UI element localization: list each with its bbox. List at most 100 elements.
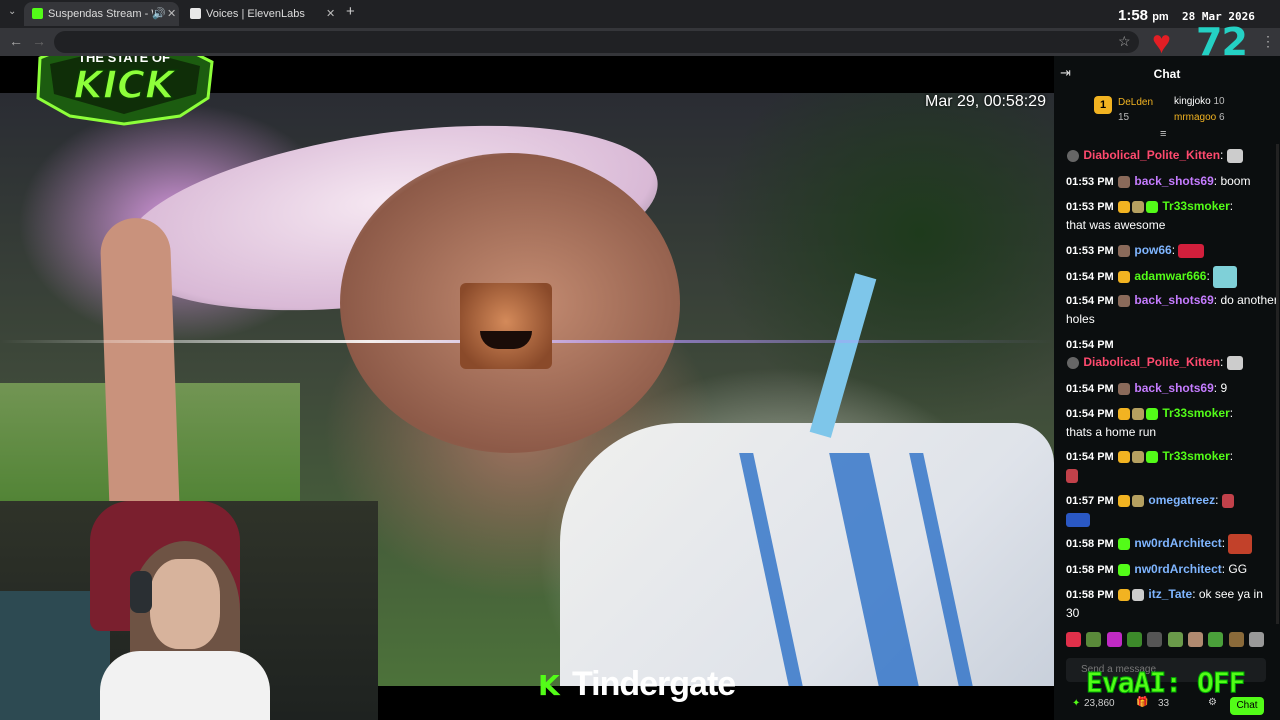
chat-username[interactable]: Tr33smoker	[1162, 449, 1229, 463]
menu-kebab-icon[interactable]: ⋮	[1261, 33, 1275, 50]
chat-text: that was awesome	[1066, 218, 1166, 232]
emote-button[interactable]	[1127, 632, 1143, 647]
third-gifter-name: mrmagoo	[1174, 112, 1217, 123]
emote-button[interactable]	[1188, 632, 1204, 647]
chat-message: 01:58 PM nw0rdArchitect:	[1066, 534, 1278, 554]
chat-username[interactable]: itz_Tate	[1148, 587, 1192, 601]
user-badge-icon	[1118, 175, 1131, 188]
top-gifter-count: 15	[1118, 112, 1130, 123]
streamer-webcam	[0, 501, 378, 720]
tab-elevenlabs[interactable]: Voices | ElevenLabs ✕	[182, 2, 342, 26]
emote-button[interactable]	[1167, 632, 1183, 647]
url-field[interactable]	[54, 31, 1139, 53]
user-badge-icon	[1132, 450, 1145, 463]
chat-emote-icon	[1228, 534, 1253, 554]
emote-button[interactable]	[1066, 632, 1081, 647]
chat-time: 01:53 PM	[1066, 201, 1114, 213]
forward-arrow-icon[interactable]: →	[32, 33, 46, 49]
state-of-kick-logo: THE STATE OF KICK	[36, 56, 214, 126]
gift-badge-icon	[1146, 407, 1159, 420]
chat-username[interactable]: Diabolical_Polite_Kitten	[1083, 148, 1220, 162]
close-tab-icon[interactable]: ✕	[167, 2, 176, 26]
user-badge-icon	[1118, 563, 1131, 576]
laughing-emote-overlay	[460, 283, 552, 369]
chat-username[interactable]: nw0rdArchitect	[1134, 536, 1221, 550]
gift-badge-icon	[1146, 200, 1159, 213]
streamer-face	[150, 559, 220, 649]
second-gifter[interactable]: kingjoko 10	[1174, 96, 1225, 107]
chat-username[interactable]: Diabolical_Polite_Kitten	[1083, 355, 1220, 369]
chat-username[interactable]: omegatreez	[1148, 493, 1215, 507]
stream-player[interactable]: Mar 29, 00:58:29 THE STATE OF KICK	[0, 56, 1054, 720]
clock: 1:58 pm	[1118, 7, 1169, 24]
elevenlabs-favicon-icon	[190, 8, 201, 19]
chat-message: 01:54 PM back_shots69: do another holes	[1066, 293, 1278, 326]
chat-message: 01:57 PM omegatreez:	[1066, 491, 1278, 528]
chat-username[interactable]: Tr33smoker	[1162, 199, 1229, 213]
chat-username[interactable]: back_shots69	[1134, 381, 1213, 395]
chat-username[interactable]: back_shots69	[1134, 174, 1213, 188]
bookmark-star-icon[interactable]: ☆	[1118, 33, 1131, 50]
emote-button[interactable]	[1208, 632, 1224, 647]
chat-message: 01:54 PM Tr33smoker:	[1066, 447, 1278, 484]
chat-emote-icon	[1226, 355, 1243, 370]
evaai-status: EvaAI: OFF	[1086, 666, 1247, 700]
audio-icon[interactable]: 🔊	[152, 2, 166, 26]
top-gifters: 1 DeLden 15 kingjoko 10 mrmagoo 6	[1054, 94, 1280, 128]
logo-line2: KICK	[74, 63, 177, 107]
emote-button[interactable]	[1147, 632, 1163, 647]
chat-time: 01:58 PM	[1066, 564, 1114, 576]
chat-emote-icon	[1221, 493, 1234, 508]
chat-time: 01:53 PM	[1066, 176, 1114, 188]
clock-ampm: pm	[1152, 11, 1169, 23]
address-bar-row: ← → ☆ ⋮	[0, 28, 1280, 56]
chat-username[interactable]: adamwar666	[1134, 269, 1206, 283]
close-tab-icon[interactable]: ✕	[326, 2, 335, 26]
chat-title: Chat	[1153, 67, 1181, 81]
tab-title: Voices | ElevenLabs	[206, 8, 305, 20]
emote-button[interactable]	[1086, 632, 1102, 647]
crown-badge-icon	[1118, 450, 1131, 463]
chat-emote-icon	[1213, 266, 1238, 288]
points-icon: ✦	[1072, 698, 1081, 709]
chat-username[interactable]: back_shots69	[1134, 293, 1213, 307]
chat-emote-icon	[1226, 148, 1243, 163]
second-gifter-name: kingjoko	[1174, 96, 1211, 107]
crown-badge-icon	[1118, 494, 1131, 507]
chat-text: thats a home run	[1066, 425, 1157, 439]
chat-message: 01:54 PM adamwar666:	[1066, 266, 1278, 288]
user-badge-icon	[1118, 294, 1131, 307]
chat-username[interactable]: nw0rdArchitect	[1134, 562, 1221, 576]
top-gifter-name[interactable]: DeLden	[1118, 97, 1153, 108]
chat-username[interactable]: Tr33smoker	[1162, 406, 1229, 420]
chat-message: 01:58 PM nw0rdArchitect: GG	[1066, 562, 1248, 576]
chat-scrollbar[interactable]	[1276, 144, 1279, 624]
back-arrow-icon[interactable]: ←	[9, 33, 23, 49]
chat-time: 01:54 PM	[1066, 408, 1114, 420]
chat-time: 01:58 PM	[1066, 589, 1114, 601]
emote-button[interactable]	[1228, 632, 1244, 647]
send-chat-button[interactable]: Chat	[1230, 697, 1264, 715]
chat-panel: ⇥ Chat 1 DeLden 15 kingjoko 10 mrmagoo 6…	[1054, 56, 1280, 720]
emote-button[interactable]	[1106, 632, 1122, 647]
chat-time: 01:54 PM	[1066, 451, 1114, 463]
tab-suspendas-stream[interactable]: Suspendas Stream - Watch 🔊 ✕	[24, 2, 179, 26]
user-badge-icon	[1118, 538, 1131, 550]
pin-chevron-icon[interactable]: ≡	[1160, 128, 1166, 140]
chat-message: Diabolical_Polite_Kitten:	[1066, 353, 1278, 371]
tab-search-icon[interactable]: ⌄	[8, 6, 16, 17]
chat-emote-icon	[1178, 243, 1205, 258]
third-gifter[interactable]: mrmagoo 6	[1174, 112, 1225, 123]
kick-favicon-icon	[32, 8, 43, 19]
user-badge-icon	[1067, 149, 1079, 162]
user-badge-icon	[1132, 494, 1145, 507]
chat-username[interactable]: pow66	[1134, 243, 1171, 257]
chat-message: 01:58 PM itz_Tate: ok see ya in 30	[1066, 587, 1263, 620]
user-badge-icon	[1132, 200, 1145, 213]
rank-badge: 1	[1094, 96, 1112, 114]
chat-time: 01:58 PM	[1066, 538, 1114, 551]
chat-time: 01:54 PM	[1066, 339, 1114, 351]
new-tab-button[interactable]: +	[346, 3, 355, 20]
emote-button[interactable]	[1249, 632, 1265, 647]
chat-message: 01:54 PM back_shots69: 9	[1066, 381, 1228, 395]
